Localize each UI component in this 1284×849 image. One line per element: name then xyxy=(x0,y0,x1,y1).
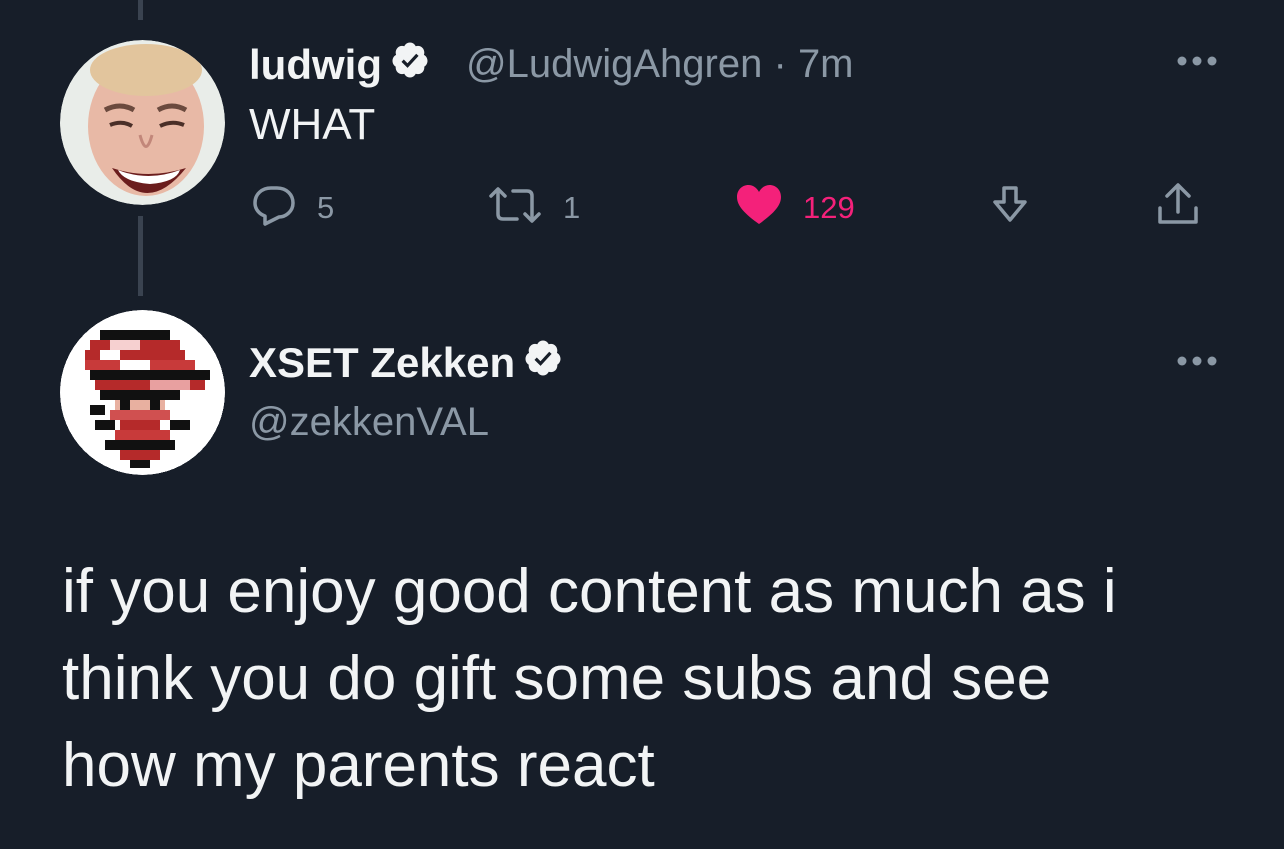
author-name-text[interactable]: ludwig xyxy=(249,41,382,89)
heart-icon xyxy=(735,184,783,231)
tweet-body-line: think you do gift some subs and see xyxy=(62,644,1052,713)
reply-icon xyxy=(251,184,297,231)
reply-count: 5 xyxy=(317,189,335,225)
author-name-text[interactable]: XSET Zekken xyxy=(249,339,515,387)
like-button[interactable]: 129 xyxy=(735,184,855,231)
verified-badge-icon xyxy=(390,40,430,90)
author-name[interactable]: ludwig xyxy=(249,40,430,90)
verified-badge-icon xyxy=(523,338,563,388)
author-handle[interactable]: @zekkenVAL xyxy=(249,400,489,445)
retweet-icon xyxy=(487,184,543,231)
more-options-icon[interactable] xyxy=(1176,354,1218,366)
author-name[interactable]: XSET Zekken xyxy=(249,338,563,388)
tweet-text: WHAT xyxy=(249,100,376,149)
zekken-avatar-image xyxy=(60,310,225,475)
thread-line-top xyxy=(138,0,143,20)
avatar[interactable] xyxy=(60,310,225,475)
tweet-body-line: if you enjoy good content as much as i xyxy=(62,557,1117,626)
more-options-icon[interactable] xyxy=(1176,54,1218,66)
share-icon xyxy=(1155,182,1201,233)
share-button[interactable] xyxy=(1155,182,1201,233)
retweet-count: 1 xyxy=(563,189,581,225)
tweet-body: if you enjoy good content as much as i t… xyxy=(62,548,1242,809)
tweet-body-line: how my parents react xyxy=(62,731,655,800)
retweet-button[interactable]: 1 xyxy=(487,184,580,231)
meta-separator: · xyxy=(773,42,787,86)
thread-line-bottom xyxy=(138,216,143,296)
bookmark-icon xyxy=(989,184,1031,233)
author-handle[interactable]: @LudwigAhgren xyxy=(466,42,762,86)
ludwig-avatar-image xyxy=(60,40,225,205)
author-handle-meta: @LudwigAhgren · 7m xyxy=(466,42,854,87)
avatar[interactable] xyxy=(60,40,225,205)
bookmark-button[interactable] xyxy=(989,184,1031,233)
timestamp[interactable]: 7m xyxy=(798,42,854,86)
reply-button[interactable]: 5 xyxy=(251,184,334,231)
like-count: 129 xyxy=(803,189,855,225)
